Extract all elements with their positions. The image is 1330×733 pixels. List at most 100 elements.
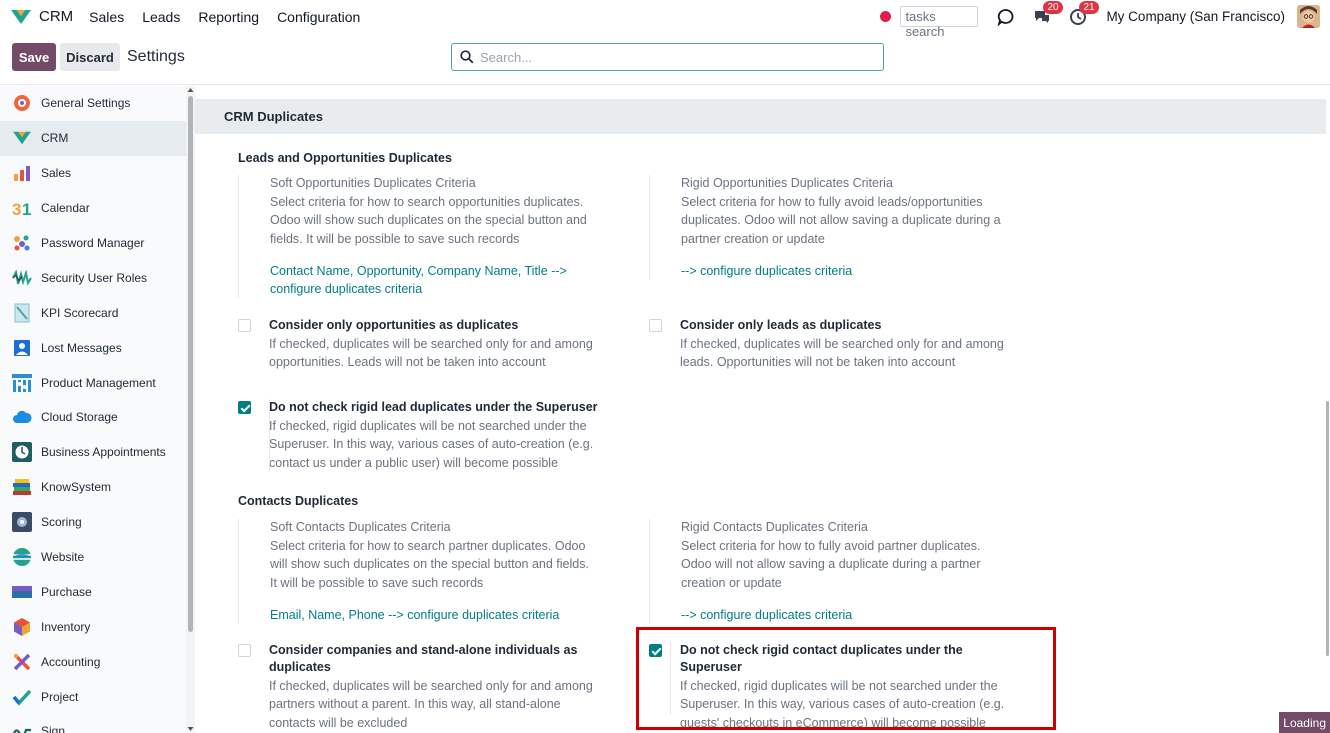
sidebar-item-label: Business Appointments — [41, 445, 166, 460]
setting-name: Do not check rigid lead duplicates under… — [269, 400, 598, 414]
sidebar-item-lost-messages[interactable]: Lost Messages — [0, 330, 186, 365]
leads-subsection-title: Leads and Opportunities Duplicates — [238, 151, 452, 165]
menu-leads[interactable]: Leads — [142, 9, 180, 25]
sidebar-item-label: Sales — [41, 166, 72, 181]
menu-reporting[interactable]: Reporting — [198, 9, 259, 25]
lead-superuser-checkbox[interactable] — [238, 401, 251, 414]
configure-soft-opportunities-link[interactable]: Contact Name, Opportunity, Company Name,… — [270, 262, 598, 298]
company-switcher[interactable]: My Company (San Francisco) — [1106, 9, 1285, 24]
sidebar-scroll-thumb[interactable] — [188, 96, 193, 632]
sidebar-item-password-manager[interactable]: Password Manager — [0, 226, 186, 261]
knowsystem-icon — [12, 477, 32, 497]
user-avatar[interactable] — [1297, 5, 1320, 28]
setting-name: Soft Contacts Duplicates Criteria — [270, 520, 451, 534]
divider — [269, 399, 270, 472]
messages-badge: 20 — [1043, 0, 1063, 14]
sidebar-item-label: Security User Roles — [41, 270, 148, 285]
general-settings-icon — [12, 93, 32, 113]
activities-badge: 21 — [1079, 0, 1099, 14]
recording-indicator-icon[interactable] — [880, 11, 892, 22]
crm-icon — [12, 128, 32, 148]
sidebar-item-security-user-roles[interactable]: Security User Roles — [0, 260, 186, 295]
save-button[interactable]: Save — [12, 43, 56, 71]
soft-opportunities-criteria: Soft Opportunities Duplicates Criteria S… — [238, 175, 598, 298]
configure-rigid-opportunities-link[interactable]: --> configure duplicates criteria — [681, 262, 1009, 280]
search-icon — [460, 50, 474, 64]
setting-name: Consider only opportunities as duplicate… — [269, 318, 519, 332]
sidebar-item-label: Project — [41, 689, 79, 704]
sidebar-item-scoring[interactable]: Scoring — [0, 505, 186, 540]
settings-main: CRM Duplicates Leads and Opportunities D… — [195, 86, 1330, 733]
control-panel: Save Discard Settings — [0, 33, 1330, 85]
sales-icon — [12, 163, 32, 183]
sidebar-item-accounting[interactable]: Accounting — [0, 644, 186, 679]
sidebar-scrollbar[interactable] — [186, 86, 195, 733]
setting-description: If checked, rigid duplicates will be not… — [269, 419, 594, 470]
companies-duplicates-checkbox[interactable] — [238, 644, 251, 657]
sidebar-item-purchase[interactable]: Purchase — [0, 574, 186, 609]
sidebar-item-business-appointments[interactable]: Business Appointments — [0, 435, 186, 470]
menu-configuration[interactable]: Configuration — [277, 9, 360, 25]
sidebar-item-label: KPI Scorecard — [41, 305, 119, 320]
sidebar-item-crm[interactable]: CRM — [0, 120, 186, 156]
contacts-subsection-title: Contacts Duplicates — [238, 494, 359, 508]
app-brand[interactable]: CRM — [10, 8, 89, 26]
section-title: CRM Duplicates — [224, 109, 323, 124]
inventory-icon — [12, 617, 32, 637]
sidebar-item-product-management[interactable]: Product Management — [0, 365, 186, 400]
loading-indicator: Loading — [1279, 712, 1330, 733]
systray: tasks search 20 21 My Company (San Franc… — [880, 0, 1330, 39]
product-management-icon — [12, 373, 32, 393]
discuss-icon[interactable] — [996, 7, 1016, 27]
rigid-opportunities-criteria: Rigid Opportunities Duplicates Criteria … — [649, 175, 1009, 280]
only-leads-checkbox[interactable] — [649, 319, 662, 332]
sidebar-item-sign[interactable]: Sign — [0, 714, 186, 733]
setting-description: Select criteria for how to search partne… — [270, 539, 589, 590]
configure-soft-contacts-link[interactable]: Email, Name, Phone --> configure duplica… — [270, 606, 598, 624]
setting-name: Rigid Contacts Duplicates Criteria — [681, 520, 868, 534]
setting-name: Consider companies and stand-alone indiv… — [269, 643, 578, 674]
svg-text:3: 3 — [12, 200, 21, 217]
sidebar-item-kpi-scorecard[interactable]: KPI Scorecard — [0, 295, 186, 330]
sign-icon — [12, 721, 32, 733]
sidebar-item-knowsystem[interactable]: KnowSystem — [0, 470, 186, 505]
sidebar-item-label: Inventory — [41, 619, 91, 634]
search-input[interactable] — [480, 49, 870, 65]
lost-messages-icon — [12, 338, 32, 358]
sidebar-item-label: Product Management — [41, 375, 156, 390]
main-scrollbar[interactable] — [1326, 86, 1330, 733]
tasks-search-input[interactable]: tasks search — [900, 6, 979, 39]
sidebar-item-label: Scoring — [41, 515, 82, 530]
setting-name: Consider only leads as duplicates — [680, 318, 882, 332]
sidebar-item-label: CRM — [41, 131, 69, 146]
setting-description: Select criteria for how to fully avoid l… — [681, 195, 1001, 246]
rigid-contacts-criteria: Rigid Contacts Duplicates Criteria Selec… — [649, 519, 1009, 624]
sidebar-item-calendar[interactable]: 31 Calendar — [0, 191, 186, 226]
calendar-icon: 31 — [12, 198, 32, 218]
main-scroll-thumb[interactable] — [1326, 401, 1329, 656]
section-header: CRM Duplicates — [195, 99, 1326, 134]
project-icon — [12, 687, 32, 707]
settings-search[interactable] — [451, 43, 884, 71]
menu-sales[interactable]: Sales — [89, 9, 124, 25]
scroll-down-icon[interactable] — [186, 725, 195, 733]
only-opportunities-checkbox[interactable] — [238, 319, 251, 332]
accounting-icon — [12, 652, 32, 672]
sidebar-item-website[interactable]: Website — [0, 540, 186, 575]
website-icon — [12, 547, 32, 567]
svg-text:1: 1 — [22, 200, 31, 217]
discard-button[interactable]: Discard — [60, 43, 120, 71]
sidebar-item-sales[interactable]: Sales — [0, 156, 186, 191]
sidebar-item-label: Password Manager — [41, 236, 145, 250]
sidebar-item-cloud-storage[interactable]: Cloud Storage — [0, 400, 186, 435]
activities-icon[interactable]: 21 — [1068, 0, 1099, 27]
sidebar-item-inventory[interactable]: Inventory — [0, 609, 186, 644]
scoring-icon — [12, 512, 32, 533]
configure-rigid-contacts-link[interactable]: --> configure duplicates criteria — [681, 606, 1009, 624]
scroll-up-icon[interactable] — [186, 86, 195, 94]
sidebar-item-project[interactable]: Project — [0, 679, 186, 714]
sidebar-item-general-settings[interactable]: General Settings — [0, 86, 186, 121]
setting-description: If checked, duplicates will be searched … — [680, 337, 1004, 370]
messages-icon[interactable]: 20 — [1032, 0, 1063, 27]
cloud-storage-icon — [12, 407, 32, 427]
